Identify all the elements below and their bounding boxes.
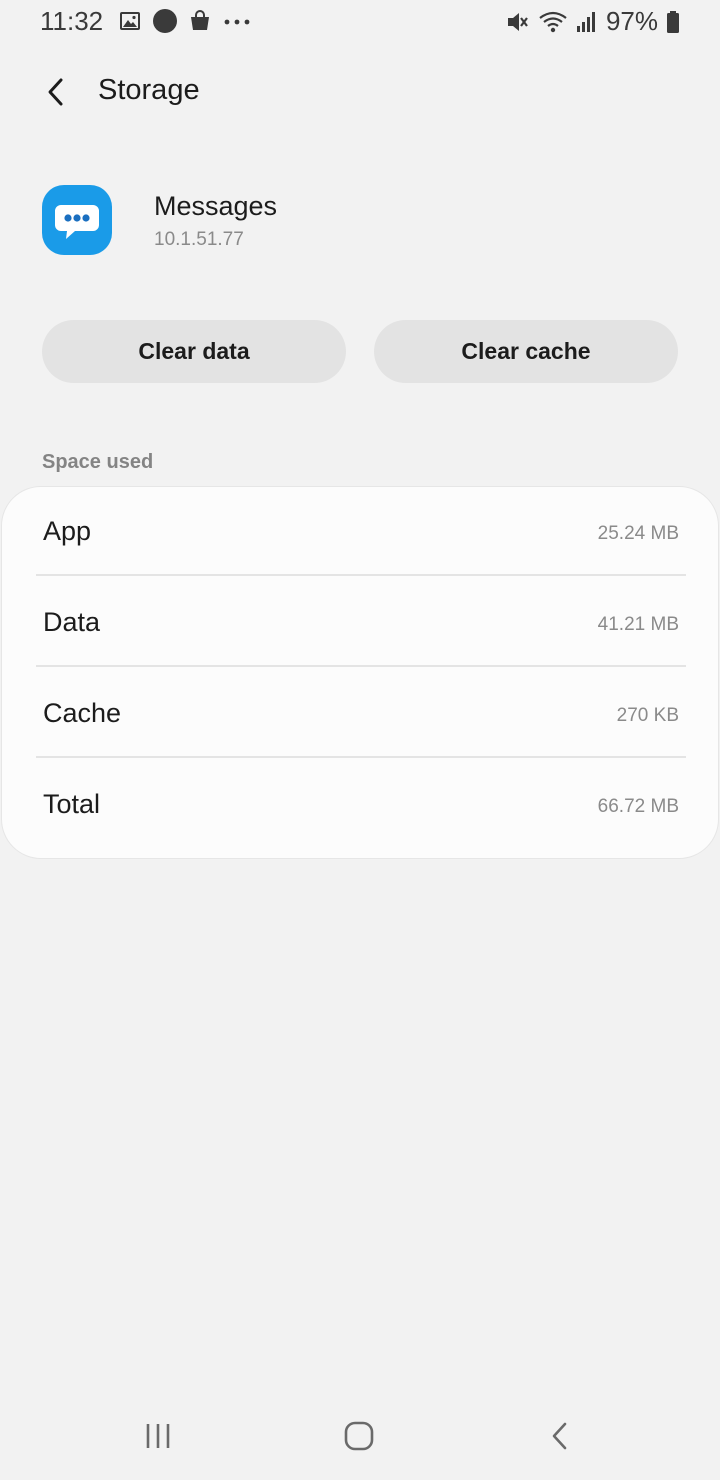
back-icon (552, 1422, 567, 1450)
row-label: Total (43, 789, 101, 819)
divider (36, 756, 686, 758)
app-bar: Storage (0, 60, 720, 124)
battery-icon (667, 10, 679, 33)
row-label: Cache (43, 698, 122, 728)
signal-icon (576, 11, 595, 32)
nav-back-button[interactable] (530, 1416, 590, 1456)
home-button[interactable] (329, 1416, 389, 1456)
navigation-bar (0, 1396, 720, 1480)
more-dots-icon (224, 19, 250, 25)
row-label: App (43, 516, 92, 546)
space-used-card: App 25.24 MB Data 41.21 MB Cache 270 KB … (1, 486, 719, 859)
divider (36, 574, 686, 576)
clear-cache-button[interactable]: Clear cache (374, 320, 678, 383)
gallery-icon (120, 12, 140, 30)
back-button[interactable] (36, 72, 76, 112)
row-value: 66.72 MB (597, 796, 679, 817)
wifi-icon (539, 11, 567, 32)
status-right-icons: 97% (504, 6, 680, 37)
status-bar: 11:32 97% (0, 0, 720, 44)
storage-row-total: Total 66.72 MB (2, 760, 720, 850)
page-title: Storage (98, 74, 200, 106)
storage-row-cache: Cache 270 KB (2, 669, 720, 759)
battery-percent: 97% (605, 6, 658, 36)
app-version: 10.1.51.77 (154, 229, 244, 250)
notification-dot-icon (153, 9, 177, 33)
row-value: 270 KB (616, 705, 679, 726)
section-title-space-used: Space used (42, 451, 154, 473)
storage-row-data: Data 41.21 MB (2, 578, 720, 668)
recent-apps-button[interactable] (128, 1416, 188, 1456)
storage-row-app: App 25.24 MB (2, 487, 720, 577)
row-label: Data (43, 607, 101, 637)
shopping-bag-icon (191, 10, 209, 30)
status-time: 11:32 (40, 6, 104, 36)
recent-apps-icon (146, 1424, 170, 1448)
divider (36, 665, 686, 667)
clear-data-button[interactable]: Clear data (42, 320, 346, 383)
home-icon (344, 1421, 374, 1451)
row-value: 41.21 MB (597, 614, 679, 635)
status-left-icons (118, 8, 252, 34)
messages-app-icon (42, 185, 112, 255)
app-name: Messages (154, 191, 278, 221)
chevron-left-icon (48, 78, 63, 106)
mute-icon (507, 12, 528, 31)
chat-bubble-icon (55, 205, 99, 239)
row-value: 25.24 MB (597, 523, 679, 544)
